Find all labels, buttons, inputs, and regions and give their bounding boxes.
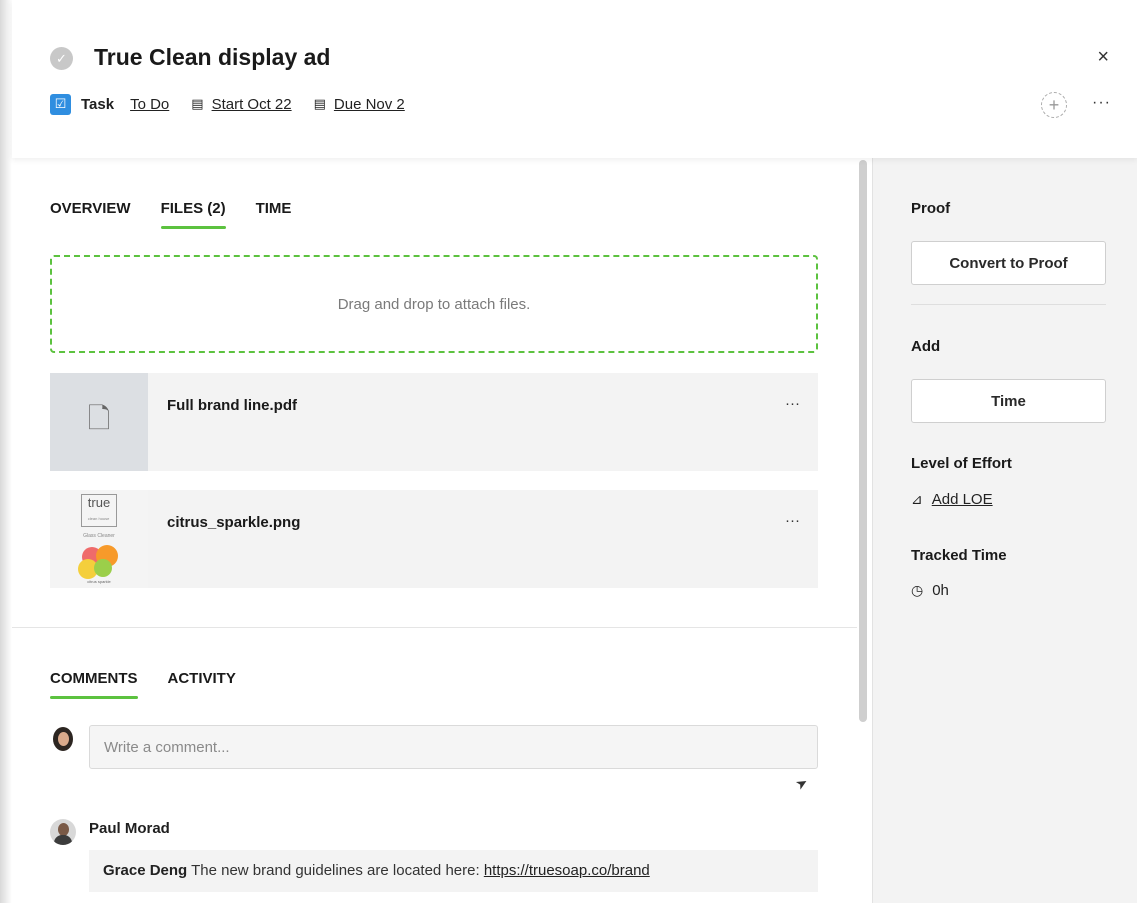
add-loe-link[interactable]: Add LOE — [932, 491, 993, 508]
clock-icon: ◷ — [911, 582, 924, 598]
tab-files[interactable]: FILES (2) — [160, 200, 226, 229]
task-title[interactable]: True Clean display ad — [94, 44, 330, 71]
proof-label: Proof — [911, 200, 951, 217]
task-type-label: Task — [81, 95, 115, 113]
comment-body: Grace Deng The new brand guidelines are … — [89, 850, 818, 892]
right-sidebar: Proof Convert to Proof Add Time Level of… — [872, 158, 1137, 903]
avatar — [50, 726, 76, 752]
level-of-effort-label: Level of Effort — [911, 455, 1012, 472]
add-loe-row[interactable]: ⊿ Add LOE — [911, 491, 993, 508]
effort-icon: ⊿ — [911, 491, 923, 507]
sidebar-divider — [911, 304, 1106, 305]
file-thumbnail: 🗋 — [50, 373, 148, 471]
tab-time[interactable]: TIME — [256, 200, 292, 229]
due-date-link[interactable]: Due Nov 2 — [334, 96, 405, 113]
tab-activity[interactable]: ACTIVITY — [168, 670, 236, 699]
file-name[interactable]: Full brand line.pdf — [167, 397, 297, 414]
file-card[interactable]: 🗋 Full brand line.pdf ··· — [50, 373, 818, 471]
start-date-link[interactable]: Start Oct 22 — [212, 96, 292, 113]
file-card[interactable]: true clean house Glass Cleaner citrus sp… — [50, 490, 818, 588]
convert-to-proof-button[interactable]: Convert to Proof — [911, 241, 1106, 285]
image-thumbnail: true clean house Glass Cleaner citrus sp… — [50, 490, 148, 588]
tab-overview[interactable]: OVERVIEW — [50, 200, 131, 229]
calendar-icon: ▤ — [191, 96, 204, 111]
file-more-icon[interactable]: ··· — [785, 512, 800, 529]
comment-tabs: COMMENTS ACTIVITY — [50, 670, 266, 699]
section-divider — [12, 627, 857, 628]
task-checkbox-icon: ☑ — [50, 93, 71, 115]
scrollbar[interactable] — [859, 160, 867, 722]
dropzone-text: Drag and drop to attach files. — [337, 295, 531, 313]
file-icon: 🗋 — [87, 403, 111, 434]
file-dropzone[interactable]: Drag and drop to attach files. — [50, 255, 818, 353]
comment-input[interactable] — [89, 725, 818, 769]
status-link[interactable]: To Do — [130, 96, 169, 113]
close-icon[interactable]: × — [1097, 46, 1109, 69]
calendar-icon: ▤ — [313, 96, 326, 111]
main-content: OVERVIEW FILES (2) TIME Drag and drop to… — [12, 158, 857, 903]
comment-text: The new brand guidelines are located her… — [191, 862, 480, 879]
add-assignee-icon[interactable]: + — [1041, 92, 1067, 118]
avatar — [50, 819, 76, 845]
task-meta-row: ☑ Task To Do ▤ Start Oct 22 ▤ Due Nov 2 — [50, 92, 427, 116]
send-icon[interactable]: ➤ — [793, 773, 812, 794]
brand-logo: true clean house — [80, 494, 118, 527]
tracked-time-row: ◷ 0h — [911, 582, 949, 599]
complete-check-icon[interactable]: ✓ — [50, 47, 73, 70]
add-label: Add — [911, 338, 941, 355]
detail-tabs: OVERVIEW FILES (2) TIME — [50, 200, 321, 229]
task-detail-panel: ✓ True Clean display ad × ☑ Task To Do ▤… — [12, 0, 1137, 903]
file-more-icon[interactable]: ··· — [785, 395, 800, 412]
comment-link[interactable]: https://truesoap.co/brand — [484, 862, 650, 879]
more-options-icon[interactable]: ··· — [1092, 94, 1111, 112]
task-header: ✓ True Clean display ad × ☑ Task To Do ▤… — [12, 0, 1137, 158]
tracked-time-value: 0h — [932, 582, 949, 599]
tracked-time-label: Tracked Time — [911, 547, 1007, 564]
file-name[interactable]: citrus_sparkle.png — [167, 514, 300, 531]
mention[interactable]: Grace Deng — [103, 862, 187, 879]
add-time-button[interactable]: Time — [911, 379, 1106, 423]
citrus-image — [78, 543, 120, 579]
window-edge-shadow — [0, 0, 12, 903]
tab-comments[interactable]: COMMENTS — [50, 670, 138, 699]
comment-author: Paul Morad — [89, 820, 170, 837]
